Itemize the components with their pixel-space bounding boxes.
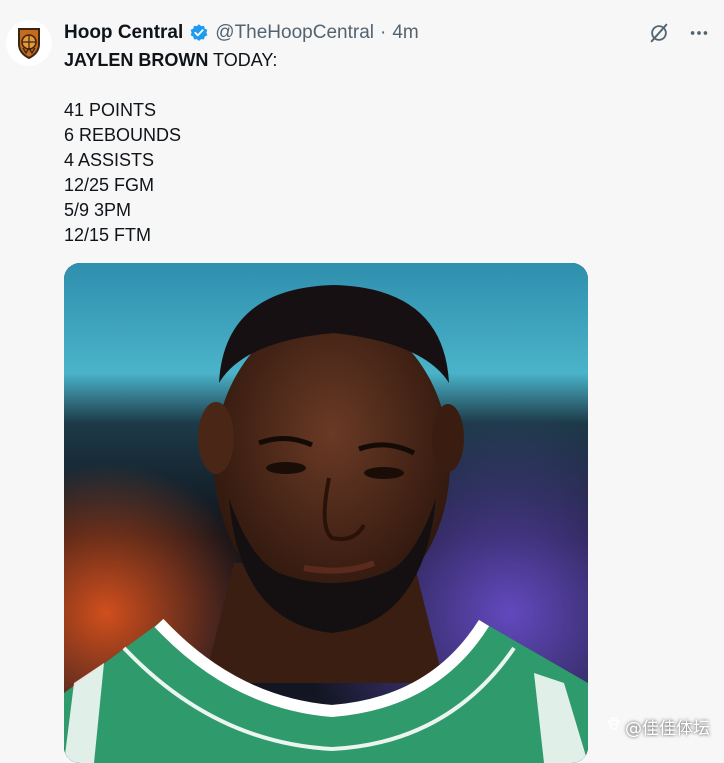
stat-line: 12/15 FTM [64,225,152,245]
headline: JAYLEN BROWN TODAY: [64,48,277,73]
headline-player: JAYLEN BROWN [64,50,209,70]
tweet-time[interactable]: 4m [392,22,418,44]
tweet-media-photo[interactable] [64,263,588,763]
tweet-actions [646,20,712,46]
stat-line: 4 ASSISTS [64,150,155,170]
author-handle[interactable]: @TheHoopCentral [215,22,374,44]
headline-suffix: TODAY: [208,50,278,70]
more-options-icon[interactable] [686,20,712,46]
tweet: Hoop Central @TheHoopCentral · 4m JAYLEN [0,0,724,763]
watermark: @佳佳体坛 [606,714,710,739]
hoop-central-logo [6,20,52,66]
stat-line: 41 POINTS [64,100,157,120]
grok-icon[interactable] [646,20,672,46]
player-photo [64,263,588,763]
avatar[interactable] [6,20,52,66]
stat-line: 12/25 FGM [64,175,155,195]
watermark-text: @佳佳体坛 [625,719,710,739]
stat-line: 6 REBOUNDS [64,125,182,145]
author-name[interactable]: Hoop Central [64,22,183,44]
paw-icon [606,716,622,737]
tweet-header: Hoop Central @TheHoopCentral · 4m [64,20,419,46]
verified-badge-icon [189,23,209,43]
separator-dot: · [379,22,387,43]
stat-line: 5/9 3PM [64,200,132,220]
tweet-text: JAYLEN BROWN TODAY: 41 POINTS 6 REBOUNDS 4… [64,48,277,248]
